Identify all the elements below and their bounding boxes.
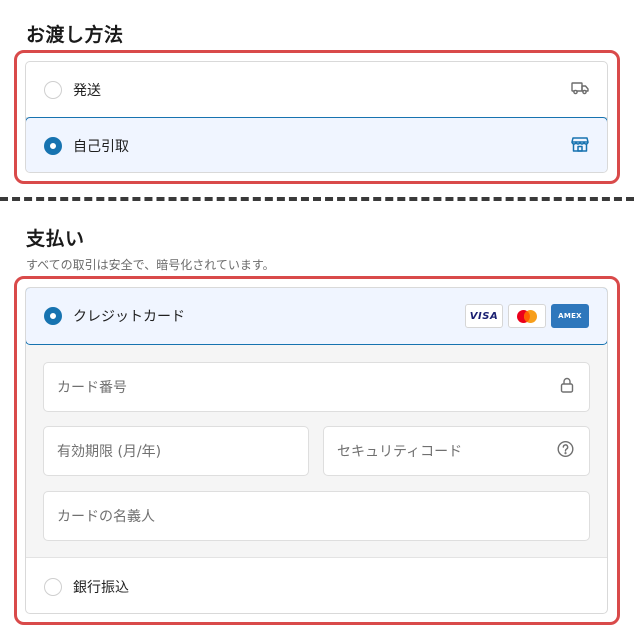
payment-security-note: すべての取引は安全で、暗号化されています。 <box>26 258 275 272</box>
delivery-section-title: お渡し方法 <box>26 24 124 46</box>
delivery-highlight-outline <box>14 50 620 184</box>
payment-highlight-outline <box>14 276 620 625</box>
payment-section-title: 支払い <box>26 228 85 250</box>
section-divider <box>0 197 634 201</box>
